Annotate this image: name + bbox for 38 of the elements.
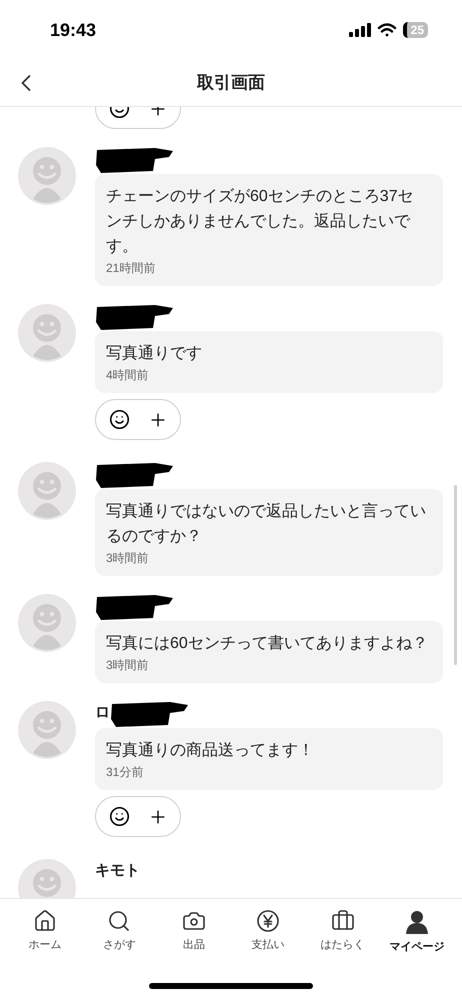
- user-name: ロ: [95, 703, 110, 723]
- wifi-icon: [376, 23, 397, 37]
- message-time: 3時間前: [106, 657, 150, 674]
- nav-tab[interactable]: 出品: [158, 909, 229, 954]
- avatar-icon: [18, 147, 76, 205]
- status-time: 19:43: [50, 18, 96, 42]
- nav-tab[interactable]: はたらく: [308, 909, 378, 954]
- nav-tab[interactable]: 支払い: [233, 909, 304, 954]
- avatar-icon: [18, 594, 76, 652]
- message-time: 4時間前: [106, 367, 150, 384]
- avatar-icon: [18, 304, 76, 362]
- yen-icon: [256, 909, 280, 933]
- avatar-icon: [18, 701, 76, 759]
- user-name: キモト: [95, 861, 140, 881]
- briefcase-icon: [330, 909, 355, 933]
- nav-tab[interactable]: さがす: [84, 909, 154, 954]
- message-text: 写真通りです: [106, 344, 203, 364]
- search-icon: [107, 909, 132, 933]
- reaction-button[interactable]: [95, 399, 181, 440]
- battery-indicator: 25: [402, 22, 428, 38]
- smiley-icon: [108, 409, 130, 430]
- avatar-icon: [18, 462, 76, 520]
- message-time: 21時間前: [106, 260, 156, 277]
- signal-icon: [348, 23, 371, 37]
- message-text: チェーンのサイズが60センチのところ37センチしかありませんでした。返品したいです。: [106, 187, 415, 257]
- camera-icon: [182, 909, 206, 933]
- home-icon: [33, 909, 57, 933]
- nav-tab[interactable]: マイページ: [382, 909, 452, 954]
- page-title: 取引画面: [197, 72, 265, 94]
- message-text: 写真通りではないので返品したいと言っているのですか？: [106, 502, 427, 547]
- message-time: 31分前: [106, 764, 144, 781]
- smiley-icon: [108, 806, 130, 827]
- person-icon: [404, 909, 430, 935]
- nav-tab[interactable]: ホーム: [10, 909, 80, 954]
- message-time: 3時間前: [106, 550, 150, 567]
- message-text: 写真通りの商品送ってます！: [106, 740, 315, 761]
- message-text: 写真には60センチって書いてありますよね？: [106, 634, 428, 654]
- reaction-button[interactable]: [95, 796, 181, 837]
